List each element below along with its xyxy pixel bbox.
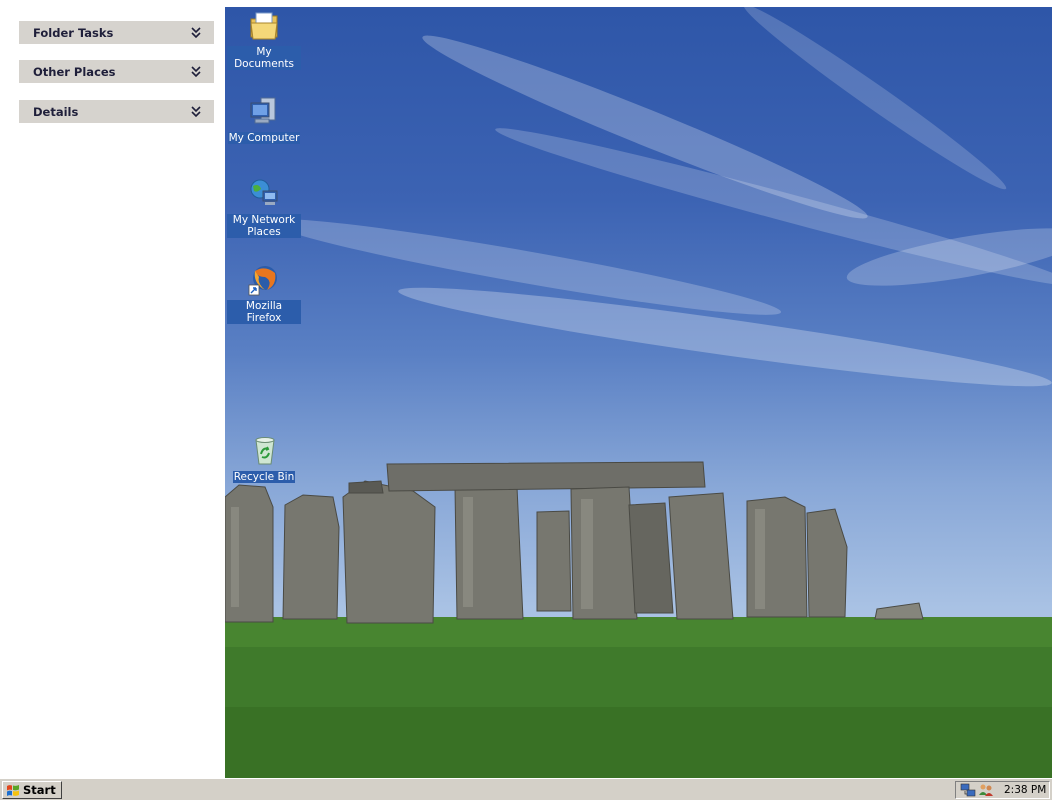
- desktop-icon-my-network-places[interactable]: My Network Places: [225, 177, 303, 238]
- icon-label: Recycle Bin: [232, 471, 296, 483]
- my-network-places-icon: [250, 179, 278, 205]
- folder-tasks-label: Folder Tasks: [33, 25, 114, 40]
- my-computer-icon: [250, 97, 276, 124]
- chevron-double-down-icon[interactable]: [191, 26, 201, 39]
- chevron-double-down-icon[interactable]: [191, 105, 201, 118]
- desktop-icon-mozilla-firefox[interactable]: Mozilla Firefox: [225, 263, 303, 324]
- taskbar: Start 2:38 PM: [0, 778, 1052, 800]
- windows-logo-icon: [7, 784, 19, 796]
- icon-label: My Documents: [227, 46, 301, 70]
- desktop-icon-recycle-bin[interactable]: Recycle Bin: [225, 434, 303, 483]
- other-places-header[interactable]: Other Places: [19, 60, 214, 83]
- chevron-double-down-icon[interactable]: [191, 65, 201, 78]
- firefox-icon: [248, 266, 277, 296]
- task-pane: Folder Tasks Other Places Details: [0, 0, 225, 778]
- recycle-bin-icon: [255, 437, 275, 465]
- icon-label: My Network Places: [227, 214, 301, 238]
- details-label: Details: [33, 104, 79, 119]
- other-places-label: Other Places: [33, 64, 116, 79]
- start-button[interactable]: Start: [2, 781, 62, 799]
- users-icon[interactable]: [978, 782, 994, 798]
- desktop-icon-my-computer[interactable]: My Computer: [225, 95, 303, 144]
- icon-label: Mozilla Firefox: [227, 300, 301, 324]
- clock[interactable]: 2:38 PM: [1004, 784, 1046, 796]
- wallpaper-stonehenge: [225, 7, 1052, 778]
- desktop[interactable]: My Documents My Computer My Network Plac…: [225, 7, 1052, 778]
- desktop-icon-my-documents[interactable]: My Documents: [225, 9, 303, 70]
- details-header[interactable]: Details: [19, 100, 214, 123]
- my-documents-icon: [250, 12, 278, 40]
- network-icon[interactable]: [960, 782, 976, 798]
- system-tray: 2:38 PM: [955, 781, 1050, 799]
- start-label: Start: [23, 783, 56, 797]
- icon-label: My Computer: [227, 132, 301, 144]
- folder-tasks-header[interactable]: Folder Tasks: [19, 21, 214, 44]
